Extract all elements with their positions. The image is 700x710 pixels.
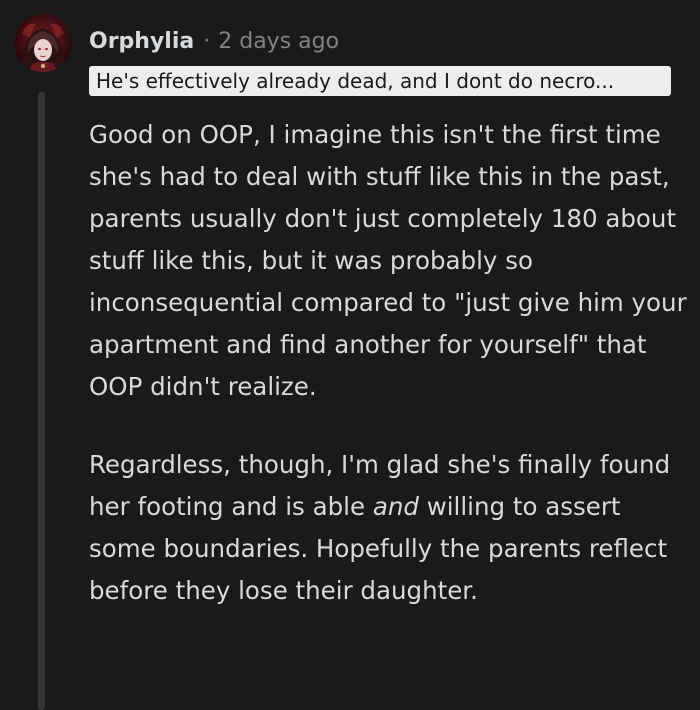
comment-meta: Orphylia · 2 days ago bbox=[89, 24, 339, 58]
comment: Orphylia · 2 days ago He's effectively a… bbox=[0, 0, 700, 710]
user-avatar-icon[interactable] bbox=[14, 14, 72, 72]
author-username[interactable]: Orphylia bbox=[89, 29, 194, 54]
meta-separator: · bbox=[203, 28, 211, 54]
paragraph-2-emphasis: and bbox=[372, 492, 419, 521]
user-flair: He's effectively already dead, and I don… bbox=[89, 66, 671, 96]
thread-collapse-line[interactable] bbox=[38, 92, 45, 710]
comment-paragraph-1: Good on OOP, I imagine this isn't the fi… bbox=[89, 120, 687, 401]
comment-timestamp[interactable]: 2 days ago bbox=[218, 29, 339, 54]
comment-body: Good on OOP, I imagine this isn't the fi… bbox=[89, 114, 689, 612]
comment-paragraph-2: Regardless, though, I'm glad she's final… bbox=[89, 444, 689, 612]
